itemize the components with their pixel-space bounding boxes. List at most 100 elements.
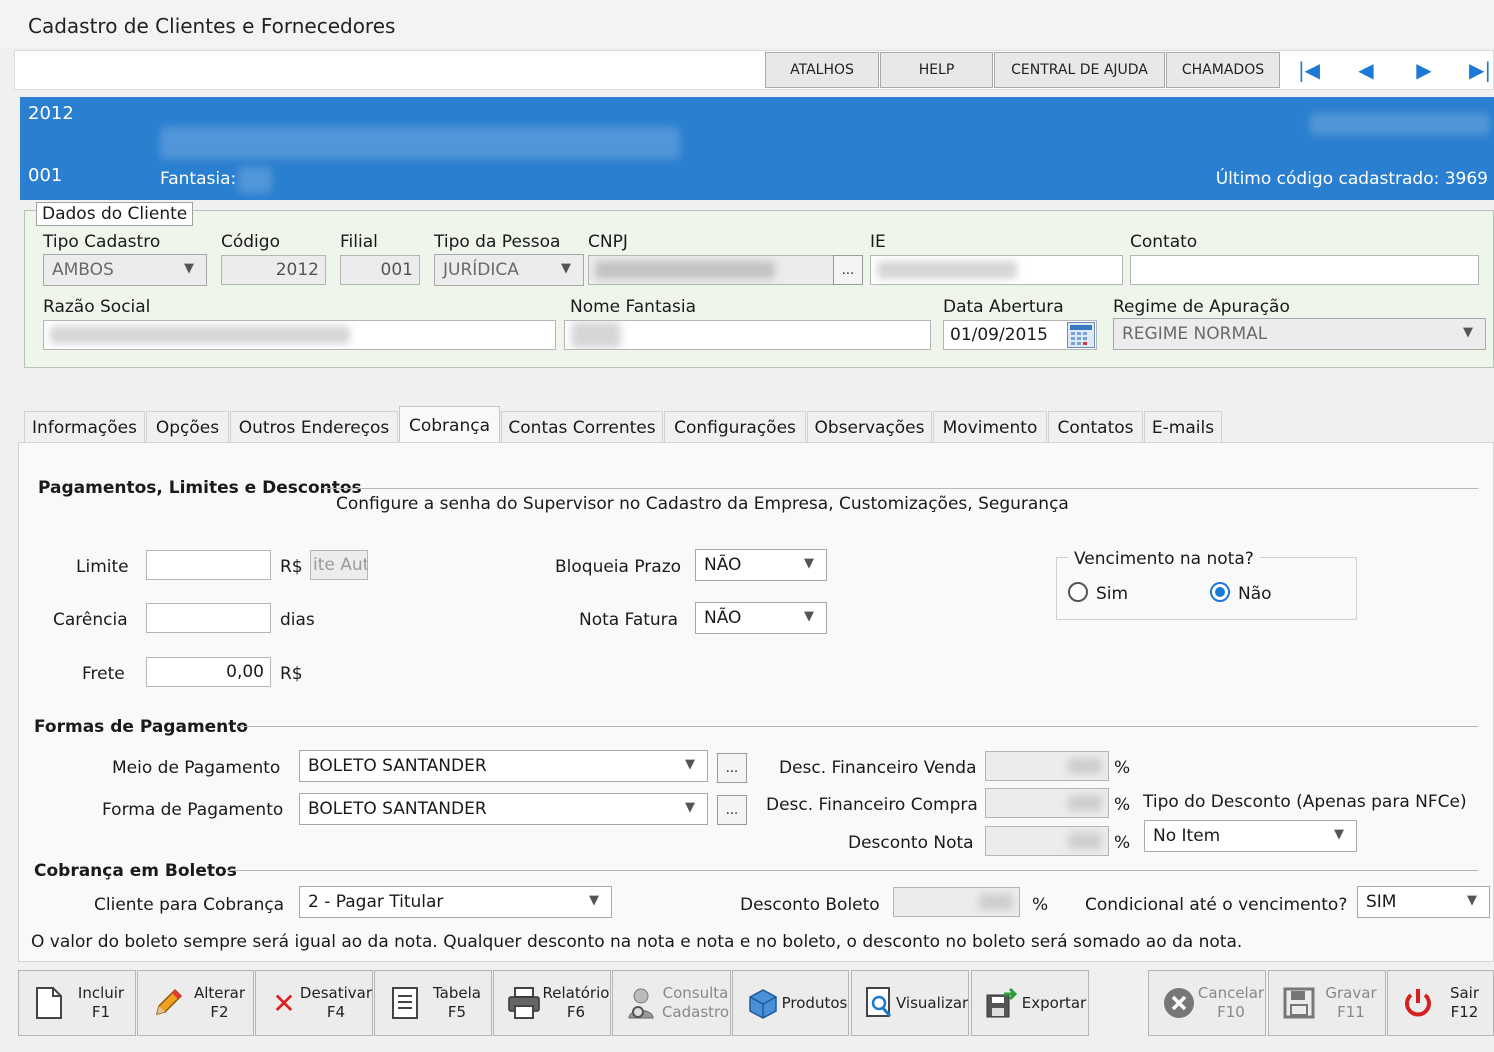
tab-contatos[interactable]: Contatos bbox=[1048, 411, 1143, 443]
carencia-field[interactable] bbox=[146, 603, 271, 633]
cancelar-button[interactable]: Cancelar F10 bbox=[1148, 970, 1266, 1036]
razao-social-field[interactable] bbox=[43, 320, 556, 350]
chevron-down-icon: ▼ bbox=[589, 893, 599, 908]
tab-informacoes[interactable]: Informações bbox=[24, 411, 145, 443]
filial-field[interactable]: 001 bbox=[340, 255, 420, 285]
meio-pagamento-lookup-button[interactable]: ... bbox=[717, 753, 747, 783]
meio-pagamento-select[interactable]: BOLETO SANTANDER ▼ bbox=[299, 750, 708, 782]
desc-compra-label: Desc. Financeiro Compra bbox=[766, 795, 978, 815]
data-abertura-value: 01/09/2015 bbox=[950, 325, 1048, 345]
export-save-icon bbox=[984, 985, 1020, 1021]
cnpj-field[interactable] bbox=[588, 255, 834, 285]
sair-button[interactable]: Sair F12 bbox=[1387, 970, 1494, 1036]
tab-observacoes[interactable]: Observações bbox=[807, 411, 932, 443]
tab-movimento[interactable]: Movimento bbox=[933, 411, 1047, 443]
exportar-label: Exportar bbox=[1021, 993, 1087, 1012]
tipo-pessoa-select[interactable]: JURÍDICA ▼ bbox=[434, 254, 584, 286]
forma-pagamento-select[interactable]: BOLETO SANTANDER ▼ bbox=[299, 793, 708, 825]
consulta-cadastro-button[interactable]: Consulta Cadastro bbox=[612, 970, 731, 1036]
incluir-button[interactable]: Incluir F1 bbox=[18, 970, 136, 1036]
limite-field[interactable] bbox=[146, 550, 271, 580]
help-button[interactable]: HELP bbox=[880, 52, 993, 88]
cliente-cobranca-select[interactable]: 2 - Pagar Titular ▼ bbox=[299, 886, 612, 918]
cliente-cobranca-label: Cliente para Cobrança bbox=[94, 895, 285, 915]
tabela-shortcut: F5 bbox=[447, 1003, 467, 1021]
tab-outros-enderecos[interactable]: Outros Endereços bbox=[230, 411, 398, 443]
tab-contas-correntes[interactable]: Contas Correntes bbox=[501, 411, 663, 443]
desc-compra-field[interactable] bbox=[985, 788, 1109, 818]
last-record-icon[interactable]: ▶| bbox=[1468, 58, 1492, 82]
printer-icon bbox=[506, 985, 542, 1021]
tab-configuracoes[interactable]: Configurações bbox=[664, 411, 806, 443]
nome-fantasia-label: Nome Fantasia bbox=[570, 297, 697, 317]
frete-field[interactable]: 0,00 bbox=[146, 657, 271, 687]
last-code-label: Último código cadastrado: 3969 bbox=[1215, 169, 1488, 189]
visualizar-button[interactable]: Visualizar bbox=[851, 970, 969, 1036]
condicional-select[interactable]: SIM ▼ bbox=[1357, 886, 1490, 918]
atalhos-button[interactable]: ATALHOS bbox=[765, 52, 879, 88]
desc-boleto-field[interactable] bbox=[893, 887, 1020, 917]
chevron-down-icon: ▼ bbox=[685, 757, 695, 772]
nome-fantasia-field[interactable] bbox=[564, 320, 931, 350]
bloqueia-prazo-value: NÃO bbox=[704, 555, 742, 575]
first-record-icon[interactable]: |◀ bbox=[1297, 58, 1321, 82]
condicional-label: Condicional até o vencimento? bbox=[1085, 895, 1348, 915]
chevron-down-icon: ▼ bbox=[685, 800, 695, 815]
nota-fatura-select[interactable]: NÃO ▼ bbox=[695, 602, 827, 634]
next-record-icon[interactable]: ▶ bbox=[1412, 58, 1436, 82]
vencimento-sim-label[interactable]: Sim bbox=[1096, 584, 1128, 604]
desc-venda-field[interactable] bbox=[985, 751, 1109, 781]
tab-cobranca[interactable]: Cobrança bbox=[399, 406, 500, 444]
visualizar-label: Visualizar bbox=[896, 993, 969, 1012]
tab-opcoes[interactable]: Opções bbox=[146, 411, 229, 443]
alterar-label: Alterar bbox=[193, 984, 246, 1002]
chevron-down-icon: ▼ bbox=[1334, 827, 1344, 842]
relatorio-button[interactable]: Relatório F6 bbox=[493, 970, 611, 1036]
contato-field[interactable] bbox=[1130, 255, 1479, 285]
desativar-button[interactable]: ✕ Desativar F4 bbox=[255, 970, 373, 1036]
codigo-field[interactable]: 2012 bbox=[221, 255, 326, 285]
vencimento-nao-label[interactable]: Não bbox=[1238, 584, 1272, 604]
cnpj-lookup-button[interactable]: ... bbox=[833, 255, 863, 285]
regime-label: Regime de Apuração bbox=[1113, 297, 1290, 317]
chamados-button[interactable]: CHAMADOS bbox=[1166, 52, 1280, 88]
client-data-legend: Dados do Cliente bbox=[36, 202, 194, 226]
codigo-label: Código bbox=[221, 232, 280, 252]
relatorio-label: Relatório bbox=[542, 984, 610, 1002]
contato-label: Contato bbox=[1130, 232, 1198, 252]
sair-label: Sair bbox=[1449, 984, 1480, 1002]
desc-venda-value-redacted bbox=[1068, 758, 1102, 774]
gravar-button[interactable]: Gravar F11 bbox=[1268, 970, 1386, 1036]
previous-record-icon[interactable]: ◀ bbox=[1354, 58, 1378, 82]
ie-field[interactable] bbox=[870, 255, 1123, 285]
calendar-icon[interactable] bbox=[1067, 322, 1095, 348]
limite-auto-button[interactable]: ite Aut bbox=[310, 550, 368, 580]
new-document-icon bbox=[31, 985, 67, 1021]
tabela-label: Tabela bbox=[433, 984, 481, 1002]
forma-pagamento-lookup-button[interactable]: ... bbox=[717, 795, 747, 825]
produtos-button[interactable]: Produtos bbox=[732, 970, 849, 1036]
box-icon bbox=[745, 985, 781, 1021]
cancelar-shortcut: F10 bbox=[1217, 1003, 1245, 1021]
exportar-button[interactable]: Exportar bbox=[971, 970, 1089, 1036]
tipo-desconto-select[interactable]: No Item ▼ bbox=[1144, 820, 1357, 852]
tipo-cadastro-label: Tipo Cadastro bbox=[43, 232, 161, 252]
section-divider bbox=[228, 870, 1478, 871]
bloqueia-prazo-select[interactable]: NÃO ▼ bbox=[695, 549, 827, 581]
tipo-cadastro-select[interactable]: AMBOS ▼ bbox=[43, 254, 207, 286]
alterar-button[interactable]: Alterar F2 bbox=[137, 970, 254, 1036]
tab-emails[interactable]: E-mails bbox=[1144, 411, 1222, 443]
vencimento-nao-radio[interactable] bbox=[1210, 582, 1230, 602]
consulta-label: Consulta bbox=[662, 984, 729, 1002]
central-de-ajuda-button[interactable]: CENTRAL DE AJUDA bbox=[994, 52, 1165, 88]
vencimento-sim-radio[interactable] bbox=[1068, 582, 1088, 602]
tipo-pessoa-label: Tipo da Pessoa bbox=[434, 232, 561, 252]
limite-label: Limite bbox=[76, 557, 129, 577]
banner-branch: 001 bbox=[28, 165, 63, 186]
desc-nota-field[interactable] bbox=[985, 826, 1109, 856]
desc-compra-value-redacted bbox=[1068, 795, 1102, 811]
chevron-down-icon: ▼ bbox=[804, 556, 814, 571]
regime-select[interactable]: REGIME NORMAL ▼ bbox=[1113, 318, 1486, 350]
section-divider bbox=[238, 726, 1478, 727]
tabela-button[interactable]: Tabela F5 bbox=[374, 970, 492, 1036]
